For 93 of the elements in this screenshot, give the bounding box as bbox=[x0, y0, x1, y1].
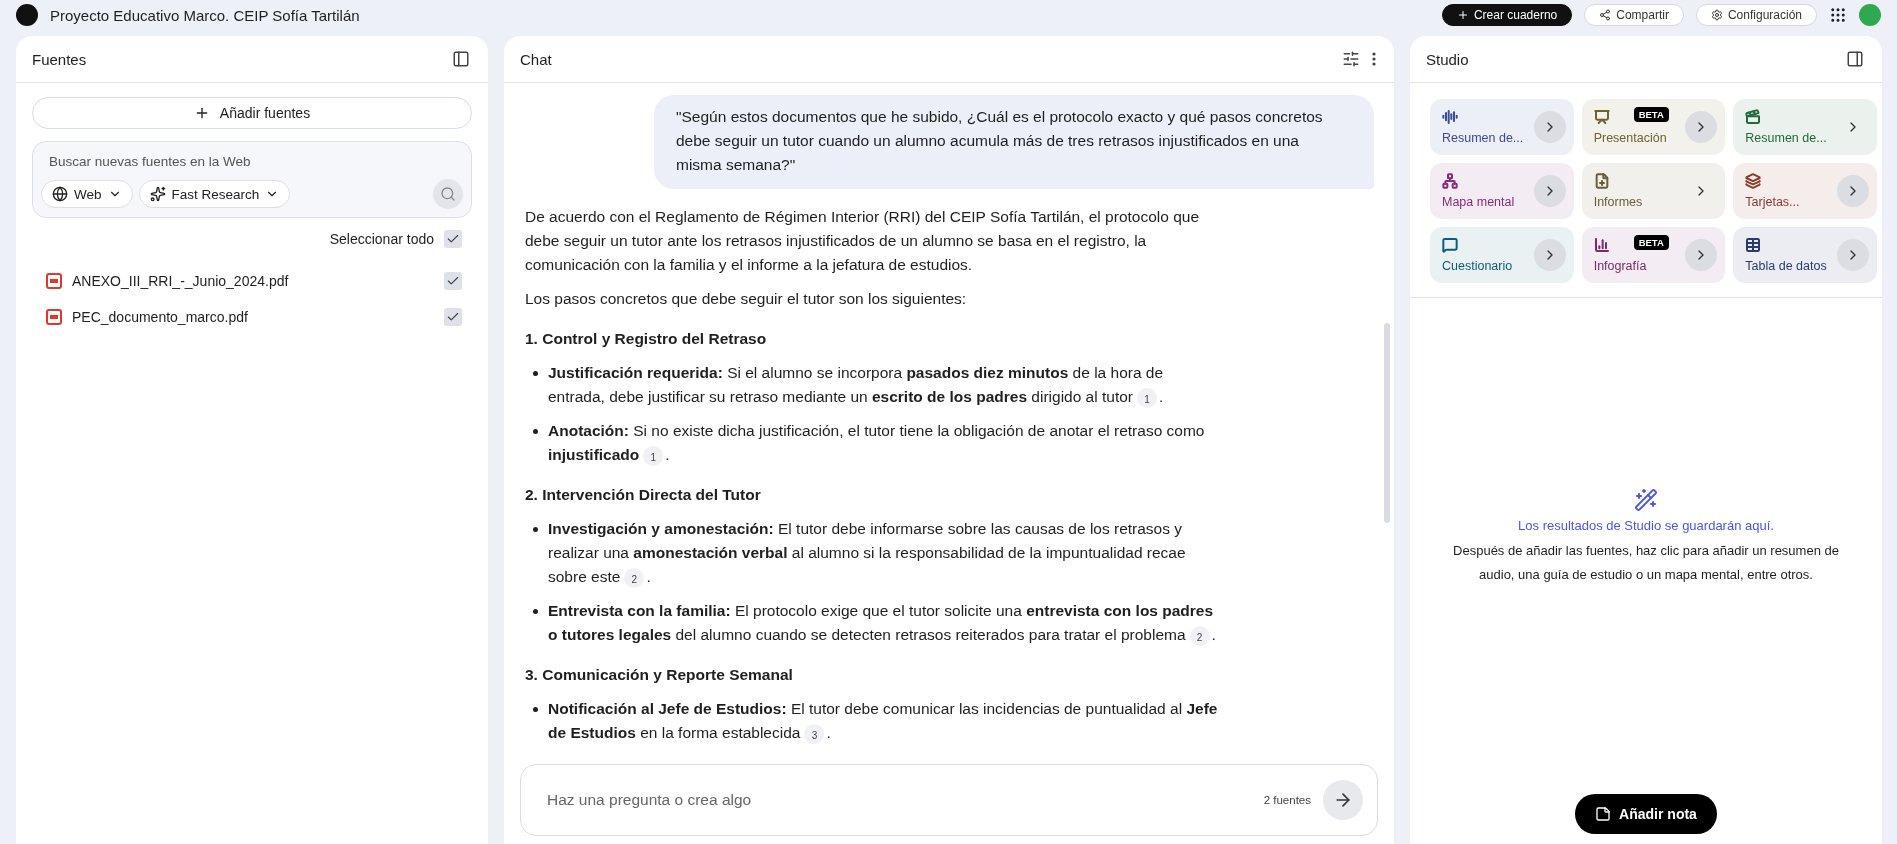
answer-paragraph: De acuerdo con el Reglamento de Régimen Interior (RRI) del CEIP Sofía Tartilán, el protocolo que debe seguir un tutor ante los retrasos injustificados de un alumno se basa en el registro, la comunicación con la familia y el informe a la jefatura de estudios. bbox=[525, 207, 1201, 275]
tool-label[interactable]: Cuestionario bbox=[1442, 259, 1513, 273]
source-file-name[interactable]: PEC_documento_marco.pdf bbox=[72, 309, 434, 325]
note-icon bbox=[1595, 806, 1612, 822]
pdf-file-icon bbox=[46, 309, 62, 325]
chevron-button[interactable] bbox=[1685, 239, 1718, 271]
panel-title: Fuentes bbox=[32, 50, 88, 68]
answer-heading: 2. Intervención Directa del Tutor bbox=[525, 485, 762, 505]
panel-title: Studio bbox=[1426, 50, 1470, 68]
tool-label[interactable]: Tarjetas... bbox=[1745, 195, 1800, 209]
chevron-button[interactable] bbox=[1685, 111, 1718, 143]
pdf-file-icon bbox=[46, 273, 62, 289]
answer-heading: 3. Comunicación y Reporte Semanal bbox=[525, 665, 794, 685]
studio-tool-card[interactable]: BETA Presentación bbox=[1581, 99, 1726, 155]
scrollbar-thumb[interactable] bbox=[1384, 323, 1390, 523]
tool-label[interactable]: Resumen de... bbox=[1745, 131, 1827, 145]
web-search-field[interactable]: Buscar nuevas fuentes en la Web bbox=[41, 154, 463, 169]
citation-button[interactable]: 2 bbox=[1189, 625, 1210, 646]
studio-tool-card[interactable]: Mapa mental bbox=[1430, 163, 1574, 219]
panel-title: Chat bbox=[520, 50, 553, 68]
bullet-dot bbox=[533, 609, 538, 614]
studio-tool-card[interactable]: Resumen de... bbox=[1733, 99, 1877, 155]
search-button[interactable] bbox=[433, 179, 463, 209]
studio-tool-card[interactable]: Resumen de... bbox=[1430, 99, 1574, 155]
answer-bullet: Entrevista con la familia: El protocolo exige que el tutor solicite una entrevista con los padres o tutores legales del alumno cuando se detecten retrasos reiterados para tratar el problema 2 . bbox=[548, 599, 1223, 647]
studio-tool-card[interactable]: BETA Infografía bbox=[1581, 227, 1726, 283]
bullet-dot bbox=[533, 707, 538, 712]
select-all-label: Seleccionar todo bbox=[329, 231, 434, 247]
chevron-button[interactable] bbox=[1533, 175, 1566, 207]
plus-icon bbox=[1456, 9, 1469, 21]
bullet-dot bbox=[533, 527, 538, 532]
toolbar-button[interactable]: Crear cuaderno bbox=[1441, 4, 1573, 26]
sidebar-icon bbox=[452, 50, 470, 68]
magic-wand-icon bbox=[1634, 488, 1658, 512]
chevron-button[interactable] bbox=[1533, 239, 1566, 271]
bullet-dot bbox=[533, 371, 538, 376]
tool-label[interactable]: Infografía bbox=[1593, 259, 1647, 273]
answer-bullet: Anotación: Si no existe dicha justificación, el tutor tiene la obligación de anotar el retraso como injustificado 1 . bbox=[548, 419, 1223, 467]
check-icon bbox=[446, 310, 460, 324]
tool-label[interactable]: Resumen de... bbox=[1442, 131, 1524, 145]
answer-bullet: Investigación y amonestación: El tutor debe informarse sobre las causas de los retrasos y realizar una amonestación verbal al alumno si la responsabilidad de la impuntualidad recae sobre este 2 . bbox=[548, 517, 1223, 589]
beta-badge: BETA bbox=[1633, 107, 1669, 122]
answer-bullet: Justificación requerida: Si el alumno se incorpora pasados diez minutos de la hora de entrada, debe justificar su retraso mediante un escrito de los padres dirigido al tutor 1 . bbox=[548, 361, 1223, 409]
sparkles-icon bbox=[149, 186, 166, 202]
studio-tool-card[interactable]: Tarjetas... bbox=[1733, 163, 1877, 219]
studio-tool-card[interactable]: Cuestionario bbox=[1430, 227, 1574, 283]
add-note-button[interactable]: Añadir nota bbox=[1575, 794, 1717, 834]
send-button[interactable] bbox=[1323, 780, 1363, 820]
toolbar-button[interactable]: Configuración bbox=[1695, 4, 1817, 26]
source-checkbox[interactable] bbox=[444, 308, 462, 326]
source-checkbox[interactable] bbox=[444, 272, 462, 290]
notebook-title: Proyecto Educativo Marco. CEIP Sofía Tartilán bbox=[50, 6, 361, 24]
answer-paragraph: Los pasos concretos que debe seguir el tutor son los siguientes: bbox=[525, 289, 968, 309]
source-count: 2 fuentes bbox=[1263, 794, 1311, 806]
citation-button[interactable]: 2 bbox=[624, 567, 645, 588]
settings-icon bbox=[1710, 9, 1723, 21]
source-file-name[interactable]: ANEXO_III_RRI_-_Junio_2024.pdf bbox=[72, 273, 434, 289]
chevron-button[interactable] bbox=[1837, 239, 1869, 271]
chevron-button[interactable] bbox=[1837, 175, 1869, 207]
sliders-icon bbox=[1342, 50, 1360, 68]
tool-label[interactable]: Mapa mental bbox=[1442, 195, 1515, 209]
studio-tool-card[interactable]: Tabla de datos bbox=[1733, 227, 1877, 283]
citation-button[interactable]: 1 bbox=[643, 445, 664, 466]
dropdown-chip[interactable]: Web bbox=[41, 180, 133, 208]
answer-bullet: Notificación al Jefe de Estudios: El tutor debe comunicar las incidencias de puntualidad al Jefe de Estudios en la forma establecida 3 . bbox=[548, 697, 1223, 745]
tool-label[interactable]: Tabla de datos bbox=[1745, 259, 1827, 273]
chevron-button[interactable] bbox=[1533, 111, 1566, 143]
toolbar-button[interactable]: Compartir bbox=[1584, 4, 1684, 26]
globe-icon bbox=[52, 186, 68, 202]
empty-state-title: Los resultados de Studio se guardarán aquí. bbox=[1518, 518, 1774, 533]
check-icon bbox=[446, 274, 460, 288]
studio-tool-card[interactable]: Informes bbox=[1581, 163, 1726, 219]
add-sources-button[interactable]: Añadir fuentes bbox=[32, 97, 472, 129]
check-icon bbox=[446, 232, 460, 246]
answer-heading: 1. Control y Registro del Retraso bbox=[525, 329, 768, 349]
user-avatar[interactable] bbox=[1859, 4, 1881, 26]
apps-grid-icon[interactable] bbox=[1829, 6, 1847, 24]
beta-badge: BETA bbox=[1633, 235, 1669, 250]
more-options-icon[interactable] bbox=[1370, 50, 1378, 68]
tool-label[interactable]: Presentación bbox=[1593, 131, 1667, 145]
app-logo[interactable] bbox=[16, 4, 38, 26]
user-message: "Según estos documentos que he subido, ¿Cuál es el protocolo exacto y qué pasos concretos debe seguir un tutor cuando un alumno acumula más de tres retrasos injustificados en una misma semana?" bbox=[654, 95, 1374, 189]
bullet-dot bbox=[533, 429, 538, 434]
more-icon bbox=[1372, 52, 1376, 66]
tool-label[interactable]: Informes bbox=[1593, 195, 1643, 209]
citation-button[interactable]: 3 bbox=[804, 723, 825, 744]
dropdown-chip[interactable]: Fast Research bbox=[138, 180, 291, 208]
empty-state-text: Después de añadir las fuentes, haz clic para añadir un resumen de audio, una guía de estudio o un mapa mental, entre otros. bbox=[1452, 542, 1840, 584]
share-icon bbox=[1599, 9, 1612, 21]
search-icon bbox=[440, 186, 456, 202]
citation-button[interactable]: 1 bbox=[1137, 387, 1157, 408]
sidebar-icon bbox=[1846, 50, 1864, 68]
select-all-checkbox[interactable] bbox=[444, 230, 462, 248]
